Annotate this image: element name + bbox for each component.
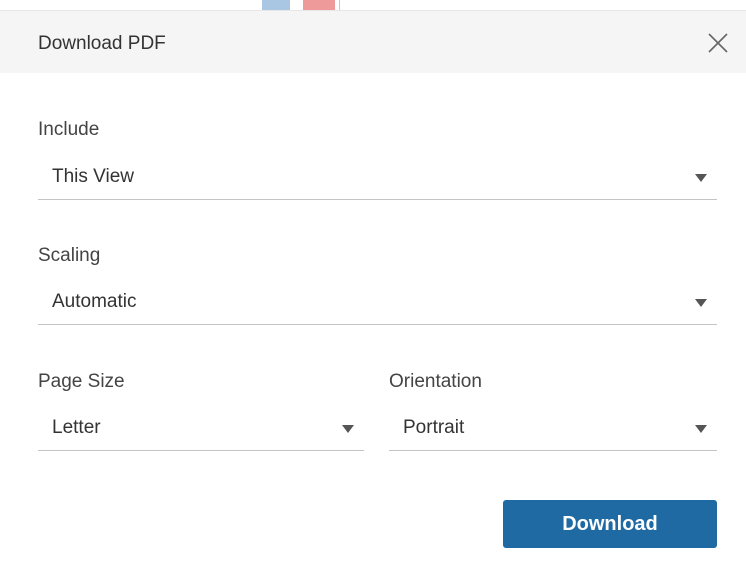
dialog-title: Download PDF bbox=[38, 33, 166, 54]
page-size-label: Page Size bbox=[38, 371, 125, 392]
close-icon bbox=[708, 33, 728, 53]
page-size-select[interactable]: Letter bbox=[38, 411, 364, 451]
chevron-down-icon bbox=[695, 425, 707, 433]
background-divider bbox=[339, 0, 340, 10]
background-red-block bbox=[303, 0, 335, 10]
include-label: Include bbox=[38, 119, 100, 140]
include-select[interactable]: This View bbox=[38, 160, 717, 200]
include-select-value: This View bbox=[52, 166, 135, 187]
orientation-select-value: Portrait bbox=[403, 417, 465, 438]
download-button[interactable]: Download bbox=[503, 500, 717, 548]
close-button[interactable] bbox=[704, 29, 732, 57]
background-blue-block bbox=[262, 0, 290, 10]
download-pdf-page: Download PDF Include This View Scaling A… bbox=[0, 0, 746, 583]
orientation-select[interactable]: Portrait bbox=[389, 411, 717, 451]
download-pdf-dialog: Download PDF Include This View Scaling A… bbox=[0, 10, 746, 583]
background-gap bbox=[290, 0, 303, 10]
chevron-down-icon bbox=[342, 425, 354, 433]
scaling-select-value: Automatic bbox=[52, 291, 137, 312]
dialog-header: Download PDF bbox=[0, 10, 746, 73]
orientation-label: Orientation bbox=[389, 371, 482, 392]
chevron-down-icon bbox=[695, 174, 707, 182]
page-size-select-value: Letter bbox=[52, 417, 101, 438]
scaling-label: Scaling bbox=[38, 245, 101, 266]
chevron-down-icon bbox=[695, 299, 707, 307]
scaling-select[interactable]: Automatic bbox=[38, 285, 717, 325]
background-window-strip bbox=[0, 0, 746, 10]
